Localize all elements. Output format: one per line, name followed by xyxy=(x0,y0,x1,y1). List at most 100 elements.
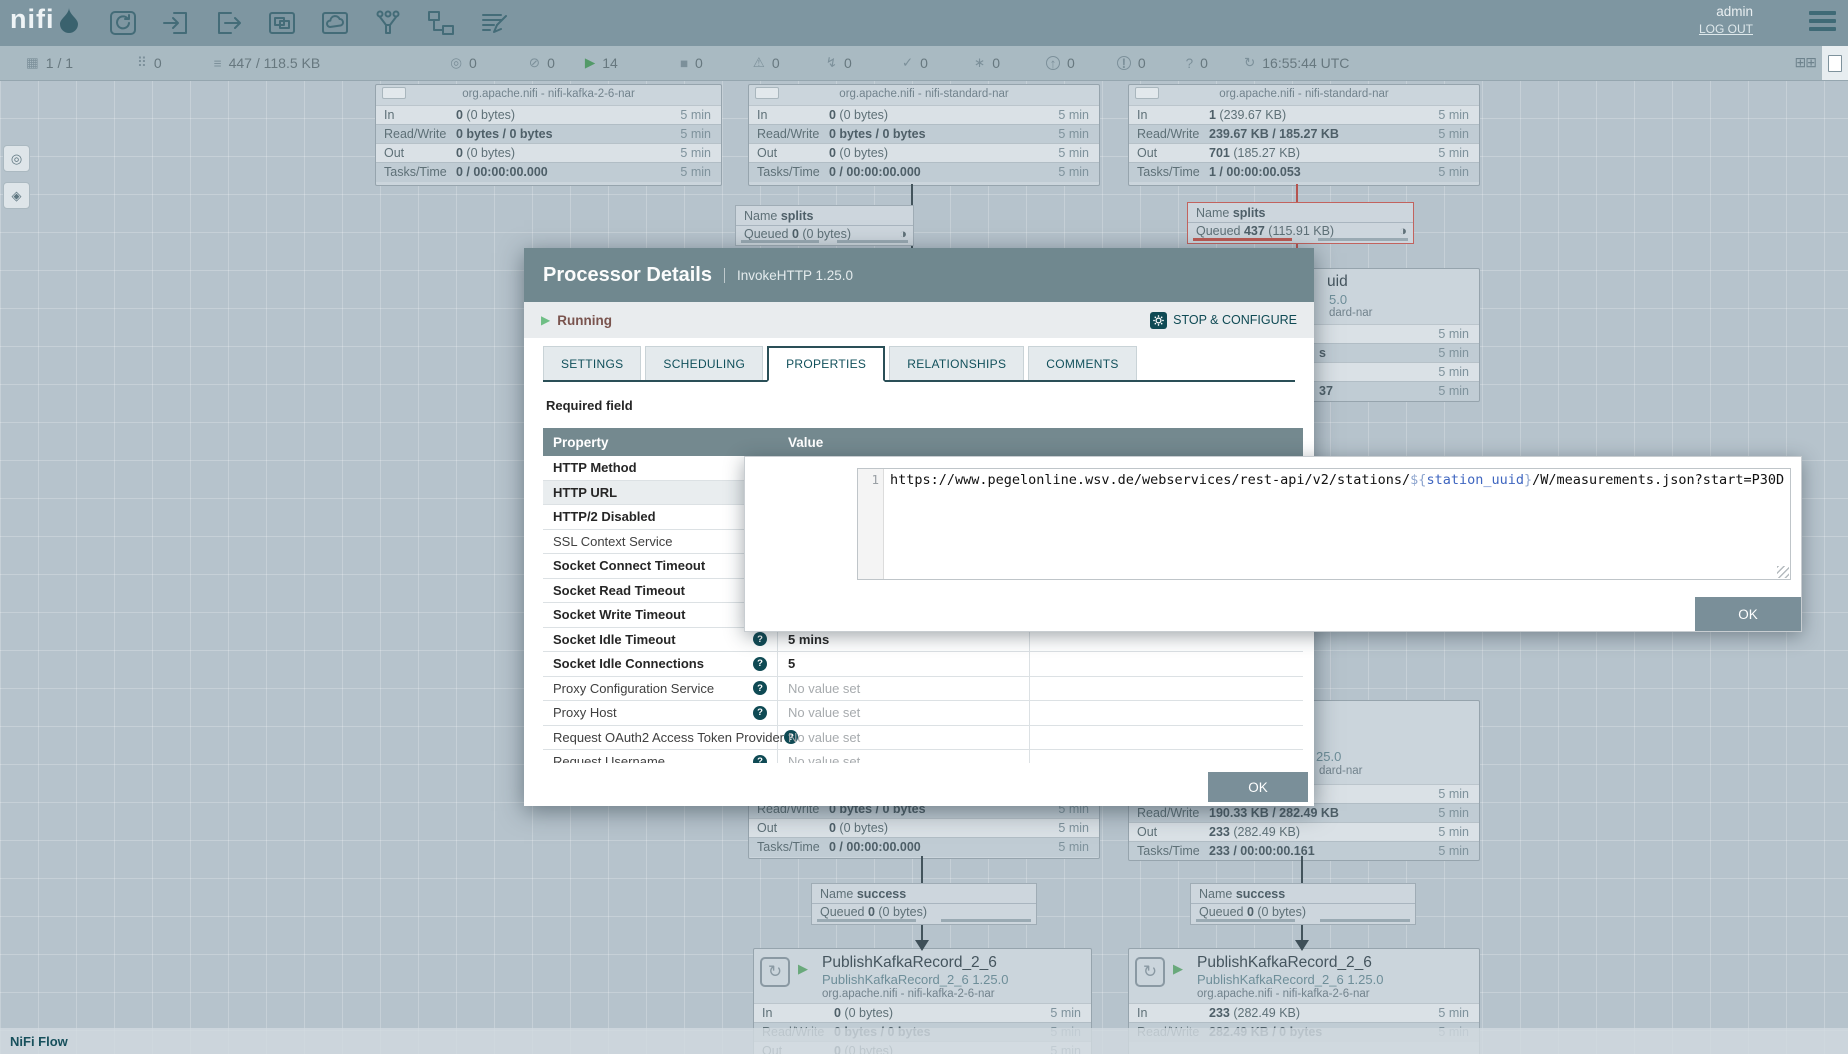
stat-value: 233 xyxy=(1209,1006,1230,1020)
arrowhead-icon xyxy=(1295,940,1309,951)
stat-value-detail: (0 bytes) xyxy=(836,146,888,160)
funnel-icon[interactable] xyxy=(373,8,403,38)
stat-row: In233 (282.49 KB)5 min xyxy=(1129,1003,1479,1023)
global-menu-icon[interactable] xyxy=(1809,11,1836,35)
output-port-icon[interactable] xyxy=(214,8,244,38)
connection-splits-right[interactable]: Name splitsQueued 437 (115.91 KB)◑ xyxy=(1187,202,1414,244)
stat-label: In xyxy=(1137,108,1147,122)
property-value: 5 xyxy=(788,656,795,671)
editor-content[interactable]: https://www.pegelonline.wsv.de/webservic… xyxy=(884,469,1790,579)
help-icon[interactable]: ? xyxy=(753,632,767,646)
birdseye-icon[interactable]: ⊞⊞ xyxy=(1795,54,1816,71)
property-name: HTTP URL xyxy=(553,485,617,500)
status-refresh-value: 16:55:44 UTC xyxy=(1262,55,1349,71)
processor-icon[interactable] xyxy=(108,8,138,38)
value-cell[interactable]: No value set xyxy=(778,726,1030,750)
property-row[interactable]: Socket Idle Connections?5 xyxy=(543,652,1303,677)
stat-label: Tasks/Time xyxy=(757,165,820,179)
stop-configure-button[interactable]: STOP & CONFIGURE xyxy=(1150,312,1297,329)
stat-value: 233 xyxy=(1209,825,1230,839)
stat-value-group: 190.33 KB / 282.49 KB xyxy=(1209,806,1339,820)
processor-bundle: org.apache.nifi - nifi-kafka-2-6-nar xyxy=(376,88,721,100)
resize-handle-icon[interactable] xyxy=(1777,566,1789,578)
stat-window: 5 min xyxy=(1438,365,1469,379)
logout-link[interactable]: LOG OUT xyxy=(1699,22,1753,36)
status-stale-value: 0 xyxy=(1067,55,1075,71)
stat-value-group: 701 (185.27 KB) xyxy=(1209,146,1300,160)
status-running: ▶14 xyxy=(585,55,618,71)
tab-comments[interactable]: COMMENTS xyxy=(1028,346,1136,380)
label-icon[interactable] xyxy=(479,8,509,38)
stat-value-detail: (0 bytes) xyxy=(463,108,515,122)
help-icon[interactable]: ? xyxy=(753,706,767,720)
processor-top-left[interactable]: org.apache.nifi - nifi-kafka-2-6-narIn0 … xyxy=(375,84,722,186)
stat-value-group: 37 xyxy=(1319,384,1333,398)
stat-value-group: 239.67 KB / 185.27 KB xyxy=(1209,127,1339,141)
value-editor[interactable]: 1 https://www.pegelonline.wsv.de/webserv… xyxy=(857,468,1791,580)
connection-queue: Queued 0 (0 bytes) xyxy=(820,905,927,919)
value-cell[interactable]: No value set xyxy=(778,750,1030,763)
help-icon[interactable]: ? xyxy=(753,755,767,763)
status-refresh: ↻16:55:44 UTC xyxy=(1244,55,1349,71)
processor-top-right[interactable]: org.apache.nifi - nifi-standard-narIn1 (… xyxy=(1128,84,1480,186)
processor-text-fragment: dard-nar xyxy=(1319,765,1362,777)
property-row[interactable]: Request OAuth2 Access Token Provider?No … xyxy=(543,726,1303,751)
tab-relationships[interactable]: RELATIONSHIPS xyxy=(889,346,1024,380)
property-cell: Socket Read Timeout xyxy=(543,579,778,603)
stat-window: 5 min xyxy=(680,165,711,179)
template-icon[interactable] xyxy=(426,8,456,38)
queued-size: (0 bytes) xyxy=(875,905,927,919)
stat-value-group: 0 / 00:00:00.000 xyxy=(829,840,921,854)
processor-type-icon: ↻ xyxy=(760,957,790,987)
tab-properties[interactable]: PROPERTIES xyxy=(767,346,885,382)
property-row[interactable]: Proxy Configuration Service?No value set xyxy=(543,677,1303,702)
connection-name-value: success xyxy=(857,887,906,901)
input-port-icon[interactable] xyxy=(161,8,191,38)
tab-settings[interactable]: SETTINGS xyxy=(543,346,641,380)
value-cell[interactable]: No value set xyxy=(778,701,1030,725)
editor-ok-button[interactable]: OK xyxy=(1695,597,1801,631)
stat-label: Out xyxy=(1137,825,1157,839)
side-panel-toggle[interactable] xyxy=(1822,46,1848,80)
stat-value: 1 / 00:00:00.053 xyxy=(1209,165,1301,179)
disabled-icon: ↯ xyxy=(826,55,837,71)
processor-top-middle[interactable]: org.apache.nifi - nifi-standard-narIn0 (… xyxy=(748,84,1100,186)
connection-success-left[interactable]: Name successQueued 0 (0 bytes) xyxy=(811,883,1037,925)
property-row[interactable]: Request Username?No value set xyxy=(543,750,1303,763)
value-cell[interactable]: No value set xyxy=(778,677,1030,701)
property-name: HTTP/2 Disabled xyxy=(553,509,656,524)
status-sync-failure: ?0 xyxy=(1186,55,1208,71)
stat-label: Read/Write xyxy=(1137,806,1199,820)
breadcrumb[interactable]: NiFi Flow xyxy=(10,1034,68,1049)
processor-text-fragment: 5.0 xyxy=(1329,292,1347,307)
pan-button[interactable]: ◈ xyxy=(3,182,30,209)
queued-count: 0 xyxy=(1247,905,1254,919)
processor-text-fragment: dard-nar xyxy=(1329,307,1372,319)
dialog-ok-button[interactable]: OK xyxy=(1208,772,1308,802)
up-to-date-icon: ✓ xyxy=(902,55,913,71)
remote-process-group-icon[interactable] xyxy=(320,8,350,38)
locate-button[interactable]: ◎ xyxy=(3,145,30,172)
stat-value: 0 xyxy=(829,821,836,835)
property-row[interactable]: Proxy Host?No value set xyxy=(543,701,1303,726)
connection-splits-left[interactable]: Name splitsQueued 0 (0 bytes)◑ xyxy=(735,205,914,246)
stat-value: 0 xyxy=(456,108,463,122)
value-cell[interactable]: 5 xyxy=(778,652,1030,676)
help-icon[interactable]: ? xyxy=(753,657,767,671)
process-group-icon[interactable] xyxy=(267,8,297,38)
stat-label: Read/Write xyxy=(757,127,819,141)
status-stopped: ■0 xyxy=(680,55,703,71)
stat-row: Tasks/Time233 / 00:00:00.1615 min xyxy=(1129,841,1479,861)
help-icon[interactable]: ? xyxy=(753,681,767,695)
processor-status-row: ▶ Running STOP & CONFIGURE xyxy=(524,302,1314,338)
stat-row: Tasks/Time0 / 00:00:00.0005 min xyxy=(749,162,1099,182)
dialog-title: Processor Details xyxy=(543,264,712,287)
tab-scheduling[interactable]: SCHEDULING xyxy=(645,346,763,380)
stat-value-group: s xyxy=(1319,346,1326,360)
nifi-application: nifi admin LOG OUT ▦1 / 1⠿0≡447 / 118.5 … xyxy=(0,0,1848,1054)
connection-success-right[interactable]: Name successQueued 0 (0 bytes) xyxy=(1190,883,1416,925)
processor-type: PublishKafkaRecord_2_6 1.25.0 xyxy=(1197,972,1383,987)
logo-text: nifi xyxy=(10,4,55,35)
stat-row: In1 (239.67 KB)5 min xyxy=(1129,105,1479,125)
actions-cell xyxy=(1030,652,1303,676)
